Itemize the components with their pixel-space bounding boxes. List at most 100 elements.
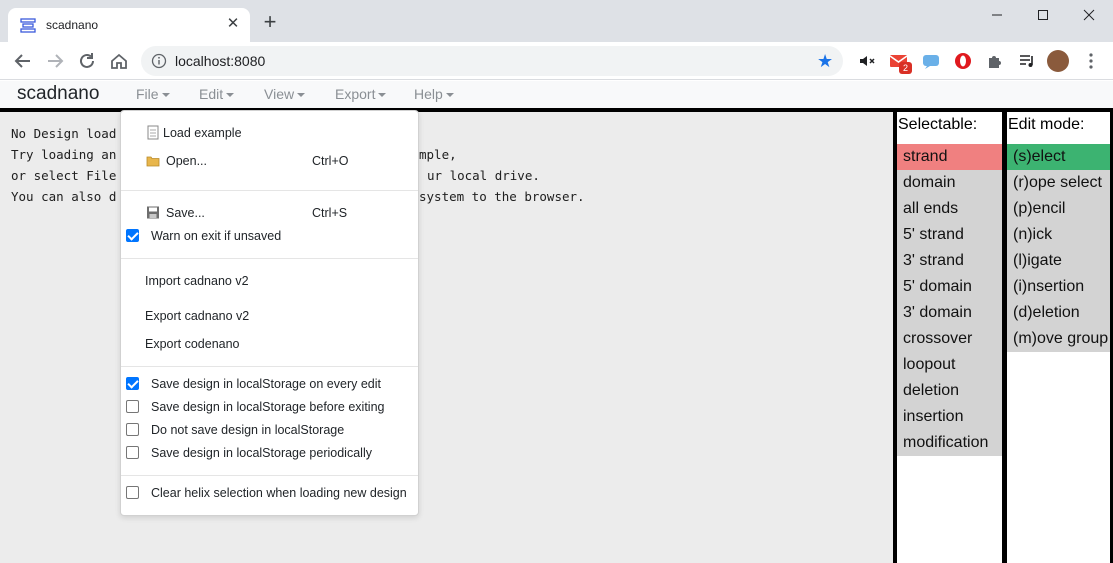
storage-before-exit-label: Save design in localStorage before exiti… [151,400,385,414]
menu-divider [121,258,418,259]
browser-tabstrip: scadnano ✕ + [0,0,1113,42]
export-cadnano-label: Export cadnano v2 [145,309,250,323]
import-cadnano-label: Import cadnano v2 [145,274,249,288]
minimize-window-icon[interactable] [977,4,1017,26]
url-text[interactable]: localhost:8080 [175,53,265,69]
clear-helix-checkbox[interactable] [126,486,139,499]
canvas-message-line-3b: ur local drive. [427,168,540,183]
site-info-icon[interactable] [151,53,167,69]
bookmark-star-icon[interactable]: ★ [817,51,833,72]
close-tab-icon[interactable]: ✕ [225,16,241,32]
back-icon[interactable] [12,50,34,72]
scadnano-favicon-icon [20,18,36,33]
open-label: Open... [166,154,207,168]
storage-every-edit-checkbox[interactable] [126,377,139,390]
menu-item-storage-none[interactable]: Do not save design in localStorage [121,420,418,442]
export-codenano-label: Export codenano [145,337,240,351]
edit-mode-item[interactable]: (s)elect [1007,144,1110,170]
chevron-down-icon [378,93,387,98]
menu-view-label: View [264,86,295,102]
reload-icon[interactable] [76,50,98,72]
menu-item-storage-every-edit[interactable]: Save design in localStorage on every edi… [121,374,418,396]
menu-item-import-cadnano[interactable]: Import cadnano v2 [121,271,418,293]
browser-tab[interactable]: scadnano ✕ [8,8,250,42]
selectable-item[interactable]: domain [897,170,1002,196]
address-bar[interactable]: localhost:8080 ★ [141,46,843,76]
selectable-item[interactable]: 3' strand [897,248,1002,274]
edit-mode-item[interactable]: (i)nsertion [1007,274,1110,300]
gmail-icon[interactable]: 2 [889,51,912,74]
edit-mode-item[interactable]: (p)encil [1007,196,1110,222]
menu-item-export-cadnano[interactable]: Export cadnano v2 [121,306,418,328]
menu-item-open[interactable]: Open... Ctrl+O [121,151,418,173]
edit-mode-item[interactable]: (n)ick [1007,222,1110,248]
menu-divider [121,190,418,191]
menu-item-export-codenano[interactable]: Export codenano [121,334,418,356]
selectable-item[interactable]: 3' domain [897,300,1002,326]
selectable-item[interactable]: all ends [897,196,1002,222]
save-shortcut: Ctrl+S [312,206,348,220]
more-menu-icon[interactable] [1081,51,1101,71]
selectable-item[interactable]: modification [897,430,1002,456]
media-control-icon[interactable] [1017,51,1037,71]
menu-export[interactable]: Export [335,86,387,102]
storage-before-exit-checkbox[interactable] [126,400,139,413]
edit-mode-panel: Edit mode: (s)elect (r)ope select (p)encil… [1007,112,1110,563]
opera-icon[interactable] [953,51,973,71]
warn-on-exit-checkbox[interactable] [126,229,139,242]
chevron-down-icon [161,93,170,98]
menu-help[interactable]: Help [414,86,454,102]
menu-item-storage-before-exit[interactable]: Save design in localStorage before exiti… [121,397,418,419]
canvas-message-line-3: or select File [11,168,117,183]
menu-view[interactable]: View [264,86,306,102]
storage-periodic-label: Save design in localStorage periodically [151,446,372,460]
selectable-item[interactable]: insertion [897,404,1002,430]
selectable-item[interactable]: loopout [897,352,1002,378]
close-window-icon[interactable] [1069,4,1109,26]
forward-icon[interactable] [44,50,66,72]
app-brand: scadnano [17,83,100,104]
edit-mode-item[interactable]: (l)igate [1007,248,1110,274]
file-dropdown-menu: Load example Open... Ctrl+O Save... Ctrl… [120,110,419,516]
home-icon[interactable] [108,50,130,72]
extensions-puzzle-icon[interactable] [985,51,1005,71]
menu-export-label: Export [335,86,376,102]
edit-mode-title: Edit mode: [1008,116,1085,133]
menu-item-load-example[interactable]: Load example [121,123,418,145]
edit-mode-item[interactable]: (r)ope select [1007,170,1110,196]
canvas-message-line-4: You can also d [11,189,117,204]
edit-mode-item[interactable]: (m)ove group [1007,326,1110,352]
profile-avatar[interactable] [1047,50,1069,72]
selectable-item[interactable]: strand [897,144,1002,170]
selectable-item[interactable]: crossover [897,326,1002,352]
selectable-item[interactable]: 5' domain [897,274,1002,300]
floppy-disk-icon [147,206,159,219]
menu-file-label: File [136,86,159,102]
maximize-window-icon[interactable] [1023,4,1063,26]
storage-none-checkbox[interactable] [126,423,139,436]
canvas-message-line-2: Try loading an [11,147,117,162]
new-tab-button[interactable]: + [259,11,281,34]
menu-item-clear-helix-selection[interactable]: Clear helix selection when loading new d… [121,483,418,505]
app-navbar: scadnano File Edit View Export Help [0,81,1113,108]
menu-file[interactable]: File [136,86,170,102]
menu-divider [121,475,418,476]
chevron-down-icon [226,93,235,98]
storage-periodic-checkbox[interactable] [126,446,139,459]
canvas-message-line-1: No Design load [11,126,117,141]
selectable-item[interactable]: deletion [897,378,1002,404]
menu-edit[interactable]: Edit [199,86,235,102]
menu-edit-label: Edit [199,86,224,102]
selectable-title: Selectable: [898,116,978,133]
selectable-item[interactable]: 5' strand [897,222,1002,248]
open-shortcut: Ctrl+O [312,154,349,168]
menu-item-storage-periodic[interactable]: Save design in localStorage periodically [121,443,418,465]
canvas-message-line-2b: mple, [419,147,457,162]
menu-item-save[interactable]: Save... Ctrl+S [121,203,418,225]
muted-speaker-icon[interactable] [857,51,877,71]
selectable-list: strand domain all ends 5' strand 3' strand 5'… [897,144,1002,456]
edit-mode-item[interactable]: (d)eletion [1007,300,1110,326]
menu-item-warn-on-exit[interactable]: Warn on exit if unsaved [121,226,418,248]
menu-divider [121,366,418,367]
chat-extension-icon[interactable] [921,51,941,71]
